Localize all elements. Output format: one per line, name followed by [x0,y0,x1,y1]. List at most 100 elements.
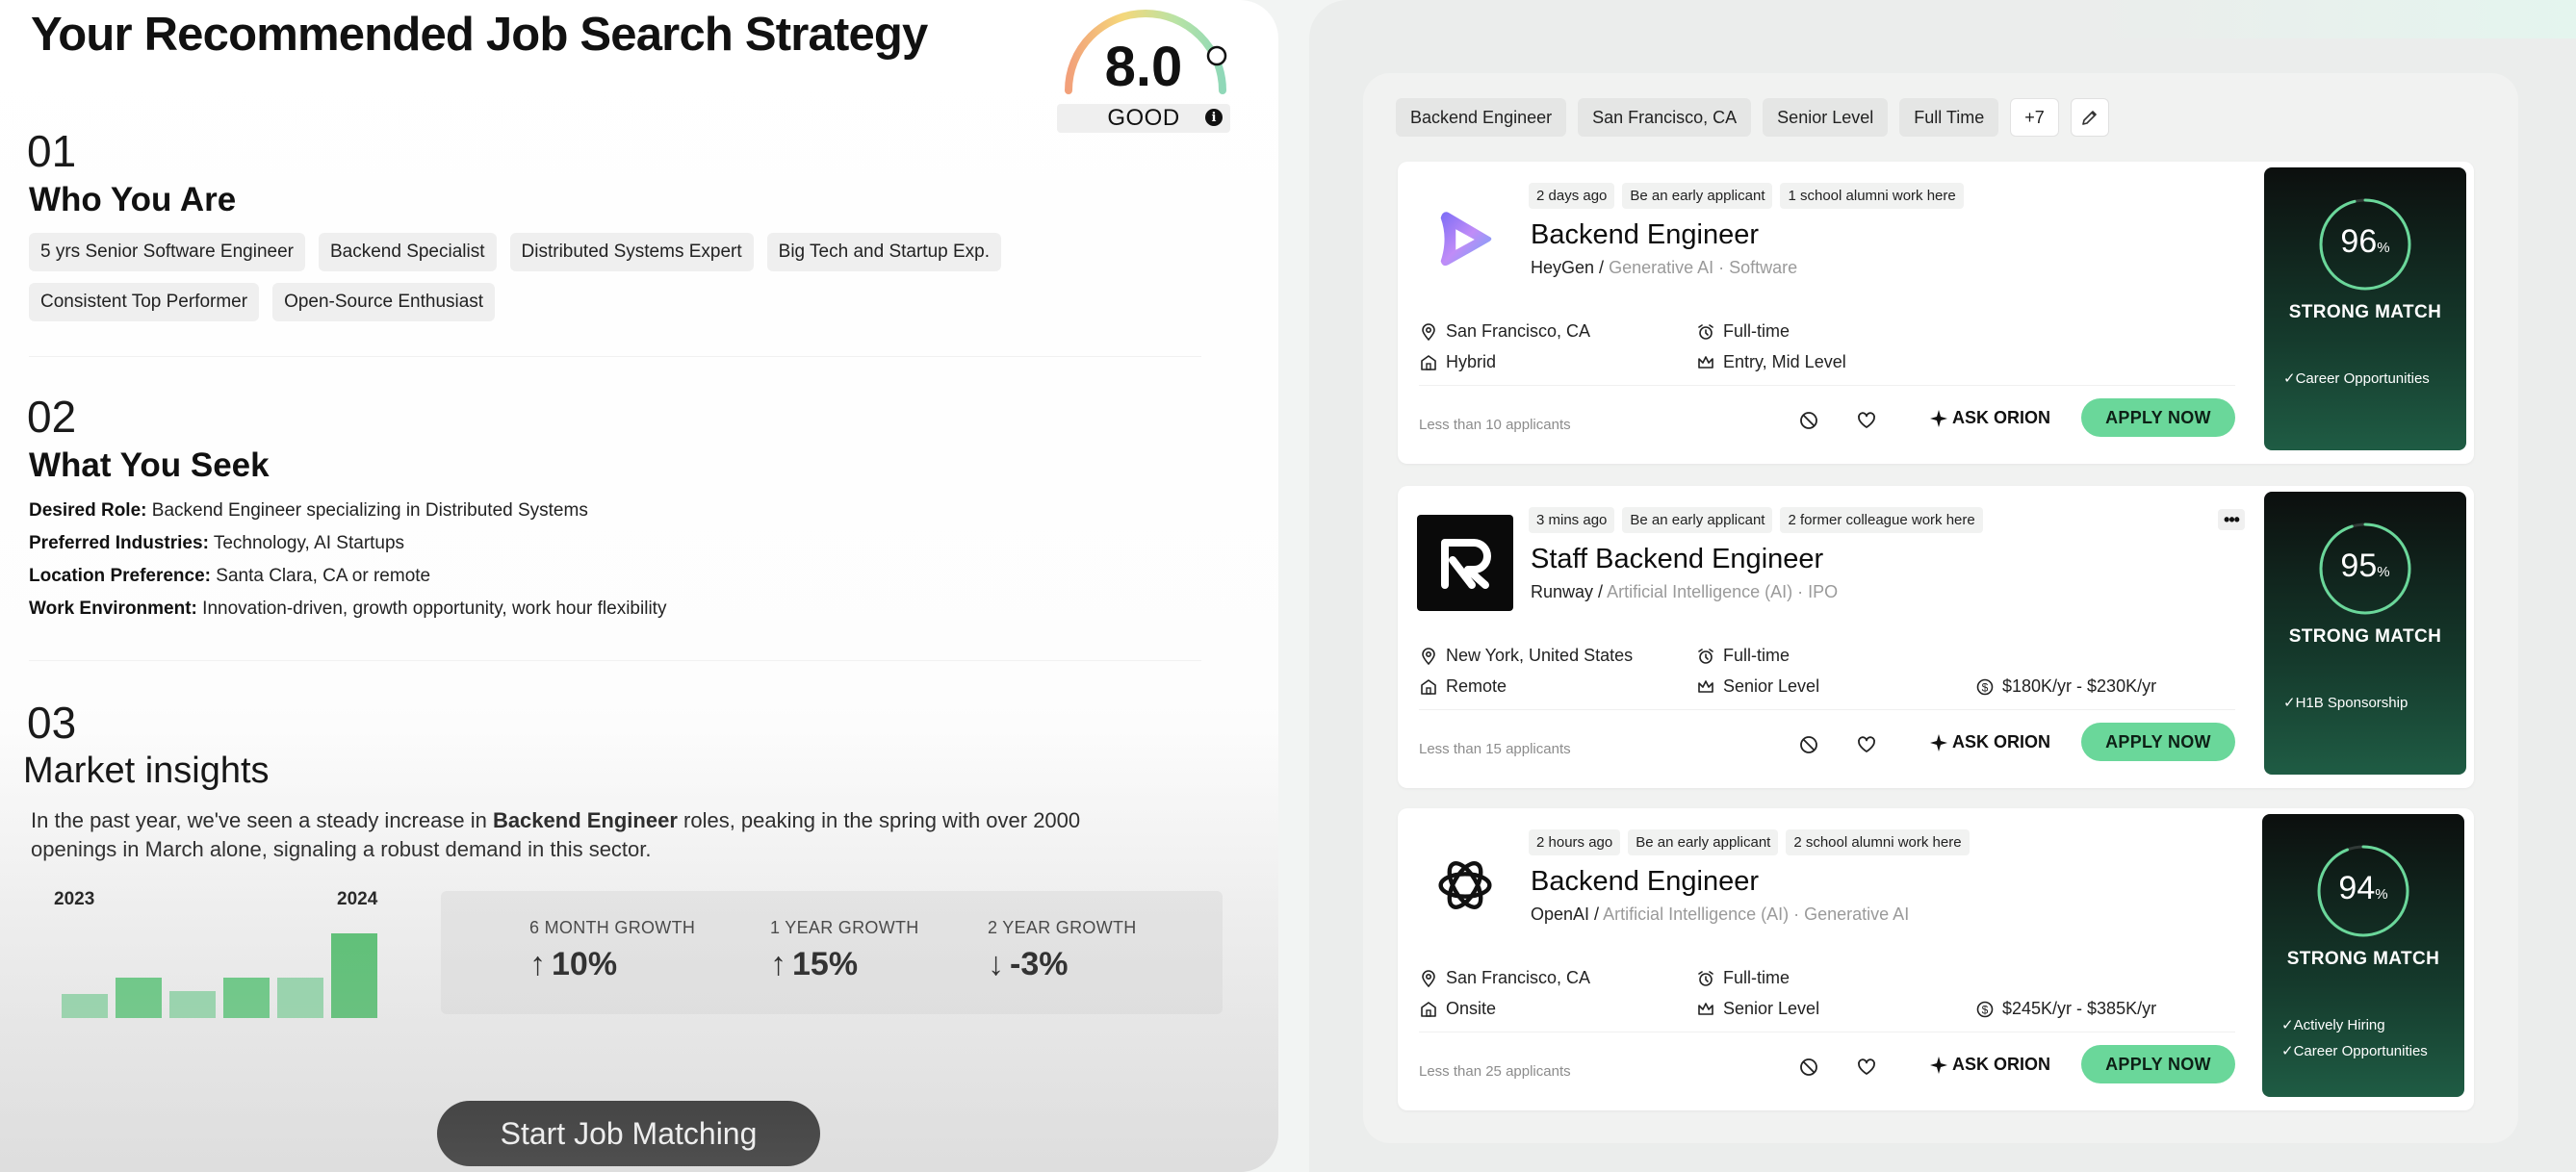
chart-tick-label: 2023 [54,889,94,909]
company-sector: Artificial Intelligence (AI) · Generativ… [1603,904,1910,924]
company-logo [1417,837,1513,933]
svg-text:$: $ [1982,680,1989,694]
match-score-panel: 96% STRONG MATCH ✓Career Opportunities [2264,167,2466,450]
save-job-button[interactable] [1854,408,1879,433]
early-applicant-badge: Be an early applicant [1622,183,1773,209]
filter-chip[interactable]: Backend Engineer [1396,98,1567,137]
apply-now-button[interactable]: APPLY NOW [2081,723,2235,761]
not-interested-button[interactable] [1796,732,1821,757]
job-title[interactable]: Backend Engineer [1531,866,1759,898]
profile-tag: Distributed Systems Expert [509,233,754,271]
job-work-mode: Hybrid [1419,352,1496,372]
arrow-down-icon: ↓ [988,946,1004,982]
page-title: Your Recommended Job Search Strategy [31,9,928,61]
filter-bar: Backend Engineer San Francisco, CA Senio… [1396,98,2109,137]
connections-badge: 2 former colleague work here [1780,507,1983,533]
job-work-mode: Onsite [1419,999,1496,1019]
info-icon[interactable]: i [1205,109,1223,126]
dollar-icon: $ [1976,1001,1994,1017]
not-interested-button[interactable] [1796,408,1821,433]
job-type: Full-time [1696,321,1790,342]
early-applicant-badge: Be an early applicant [1628,829,1779,855]
job-badges: 2 days ago Be an early applicant 1 schoo… [1529,183,1964,209]
match-label: STRONG MATCH [2288,302,2442,322]
filter-chip[interactable]: San Francisco, CA [1578,98,1752,137]
profile-tags: 5 yrs Senior Software Engineer Backend S… [29,233,1088,321]
chart-bar [116,978,162,1018]
ask-orion-button[interactable]: ASK ORION [1929,732,2050,752]
profile-tag: Big Tech and Startup Exp. [766,233,1002,271]
company-name: HeyGen / [1531,258,1605,277]
job-location: New York, United States [1419,646,1633,666]
arrow-up-icon: ↑ [529,946,546,982]
divider [29,356,1201,357]
company-sector: Generative AI · Software [1609,258,1798,277]
profile-tag: 5 yrs Senior Software Engineer [29,233,305,271]
alarm-clock-icon [1698,648,1713,664]
seek-item: Desired Role: Backend Engineer specializ… [29,500,588,521]
match-highlights: ✓Career Opportunities [2283,366,2430,392]
company-name: Runway / [1531,582,1604,601]
job-card[interactable]: 3 mins ago Be an early applicant 2 forme… [1398,486,2474,788]
apply-now-button[interactable]: APPLY NOW [2081,1045,2235,1083]
more-filters-chip[interactable]: +7 [2010,98,2059,137]
seek-list: Desired Role: Backend Engineer specializ… [29,495,666,625]
match-label: STRONG MATCH [2288,626,2442,647]
match-highlight: ✓Career Opportunities [2281,1043,2428,1059]
company-line: OpenAI / Artificial Intelligence (AI) · … [1531,904,1909,925]
job-work-mode: Remote [1419,676,1507,697]
posted-badge: 3 mins ago [1529,507,1615,533]
seek-item: Preferred Industries: Technology, AI Sta… [29,533,405,553]
chart-bar [62,994,108,1018]
save-job-button[interactable] [1854,1055,1879,1080]
company-name: OpenAI / [1531,904,1600,924]
alarm-clock-icon [1698,323,1713,340]
posted-badge: 2 hours ago [1529,829,1621,855]
start-job-matching-button[interactable]: Start Job Matching [437,1101,820,1166]
applicant-count: Less than 10 applicants [1419,417,1571,433]
company-line: Runway / Artificial Intelligence (AI) · … [1531,582,1838,602]
job-card[interactable]: 2 days ago Be an early applicant 1 schoo… [1398,162,2474,464]
section-title: Who You Are [29,181,237,218]
more-options-icon[interactable]: ••• [2218,509,2245,530]
arrow-up-icon: ↑ [770,946,786,982]
match-highlights: ✓H1B Sponsorship [2283,690,2408,716]
not-interested-button[interactable] [1796,1055,1821,1080]
score-label: GOOD [1057,104,1230,133]
chart-bar [331,933,377,1018]
dollar-icon: $ [1976,678,1994,695]
job-title[interactable]: Staff Backend Engineer [1531,544,1823,575]
crown-icon [1698,679,1713,693]
job-level: Senior Level [1696,676,1819,697]
growth-2-year: 2 YEAR GROWTH ↓ -3% [988,918,1137,982]
applicant-count: Less than 15 applicants [1419,741,1571,757]
save-job-button[interactable] [1854,732,1879,757]
seek-item: Location Preference: Santa Clara, CA or … [29,566,431,586]
card-divider [1419,709,2235,710]
score-value: 8.0 [1104,36,1183,98]
pencil-icon [2081,111,2097,125]
block-icon [1800,736,1817,753]
company-logo [1417,515,1513,611]
filter-chip[interactable]: Full Time [1899,98,1999,137]
job-salary: $ $180K/yr - $230K/yr [1975,676,2156,697]
filter-chip[interactable]: Senior Level [1763,98,1889,137]
strategy-panel: Your Recommended Job Search Strategy 8.0… [0,0,1278,1172]
job-title[interactable]: Backend Engineer [1531,219,1759,251]
ask-orion-button[interactable]: ASK ORION [1929,1055,2050,1075]
runway-logo-icon [1441,539,1491,589]
match-score-panel: 95% STRONG MATCH ✓H1B Sponsorship [2264,492,2466,775]
job-card[interactable]: 2 hours ago Be an early applicant 2 scho… [1398,808,2474,1110]
block-icon [1800,412,1817,429]
match-highlight: ✓Actively Hiring [2281,1017,2385,1033]
section-title: Market insights [23,751,270,791]
section-title: What You Seek [29,446,270,484]
crown-icon [1698,1002,1713,1015]
edit-filters-button[interactable] [2070,98,2109,137]
ask-orion-button[interactable]: ASK ORION [1929,408,2050,428]
job-location: San Francisco, CA [1419,968,1590,988]
connections-badge: 1 school alumni work here [1780,183,1964,209]
market-insight-text: In the past year, we've seen a steady in… [31,808,1081,861]
chart-bar [277,978,323,1018]
apply-now-button[interactable]: APPLY NOW [2081,398,2235,437]
